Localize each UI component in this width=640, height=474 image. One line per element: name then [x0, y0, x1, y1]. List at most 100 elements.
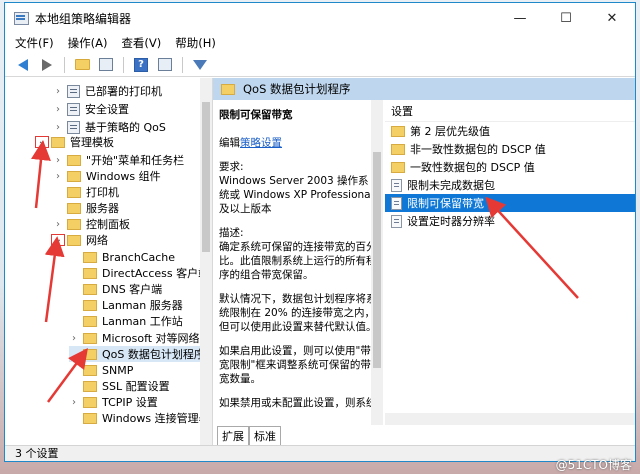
- menu-view[interactable]: 查看(V): [121, 35, 161, 51]
- menu-action[interactable]: 操作(A): [68, 35, 108, 51]
- tree-item[interactable]: › Windows 组件: [53, 168, 161, 184]
- settings-hscrollbar[interactable]: [385, 413, 635, 425]
- disabled-behavior: 如果禁用或未配置此设置，则系统: [219, 397, 377, 409]
- description-scrollbar[interactable]: [371, 100, 383, 425]
- filter-icon[interactable]: [190, 55, 210, 75]
- folder-icon: [83, 348, 97, 360]
- list-item[interactable]: 一致性数据包的 DSCP 值: [385, 158, 635, 176]
- folder-icon: [67, 186, 81, 198]
- navigation-tree: › 已部署的打印机 › 安全设置 › 基于策略的 QoS ⌄ 管理模板 › "开始"菜单和…: [5, 78, 213, 445]
- list-item-selected[interactable]: 限制可保留带宽: [385, 194, 635, 212]
- tree-item[interactable]: › Microsoft 对等网络服: [69, 330, 211, 346]
- chevron-right-icon[interactable]: ›: [53, 155, 63, 166]
- folder-icon: [391, 143, 405, 155]
- tree-item[interactable]: ⌄ 网络: [51, 232, 108, 248]
- toolbar-divider: [182, 56, 183, 73]
- up-folder-icon[interactable]: [72, 55, 92, 75]
- folder-icon: [83, 380, 97, 392]
- tree-item[interactable]: BranchCache: [69, 249, 175, 265]
- tree-item-selected[interactable]: QoS 数据包计划程序: [69, 346, 211, 362]
- tree-item[interactable]: DirectAccess 客户端: [69, 265, 209, 281]
- tree-item[interactable]: SSL 配置设置: [69, 378, 170, 394]
- chevron-right-icon[interactable]: ›: [69, 333, 79, 344]
- properties-icon[interactable]: [155, 55, 175, 75]
- tree-item[interactable]: Lanman 服务器: [69, 297, 183, 313]
- toolbar: ?: [5, 53, 635, 77]
- list-item[interactable]: 非一致性数据包的 DSCP 值: [385, 140, 635, 158]
- tree-item[interactable]: Windows 连接管理器: [69, 410, 210, 426]
- tree-item[interactable]: › 已部署的打印机: [53, 83, 162, 99]
- tree-item[interactable]: SNMP: [69, 362, 133, 378]
- watermark: @51CTO博客: [555, 458, 632, 472]
- folder-icon: [67, 218, 81, 230]
- menu-bar: 文件(F) 操作(A) 查看(V) 帮助(H): [5, 33, 635, 53]
- tree-item[interactable]: › "开始"菜单和任务栏: [53, 152, 184, 168]
- setting-icon: [391, 178, 402, 192]
- chevron-down-icon[interactable]: ⌄: [35, 136, 49, 148]
- minimize-button[interactable]: —: [497, 3, 543, 33]
- folder-icon: [83, 283, 97, 295]
- show-hide-tree-icon[interactable]: [96, 55, 116, 75]
- tree-item[interactable]: › 控制面板: [53, 216, 130, 232]
- folder-icon: [67, 234, 81, 246]
- tab-standard[interactable]: 标准: [249, 426, 281, 445]
- description-scrollbar-thumb[interactable]: [373, 152, 381, 368]
- close-button[interactable]: ✕: [589, 3, 635, 33]
- tree-scrollbar-thumb[interactable]: [202, 102, 210, 252]
- policy-title: 限制可保留带宽: [219, 109, 293, 121]
- tree-item[interactable]: Lanman 工作站: [69, 313, 183, 329]
- group-policy-editor-window: 本地组策略编辑器 — ☐ ✕ 文件(F) 操作(A) 查看(V) 帮助(H) ?…: [4, 2, 636, 462]
- folder-icon: [83, 267, 97, 279]
- toolbar-divider: [64, 56, 65, 73]
- list-item[interactable]: 设置定时器分辨率: [385, 212, 635, 230]
- list-item[interactable]: 第 2 层优先级值: [385, 122, 635, 140]
- chevron-right-icon[interactable]: ›: [53, 86, 63, 97]
- tree-item[interactable]: ⌄ 管理模板: [35, 134, 114, 150]
- tree-scrollbar[interactable]: [200, 78, 212, 445]
- tree-item[interactable]: 打印机: [53, 184, 119, 200]
- qos-chart-icon: [67, 120, 80, 134]
- edit-policy-link[interactable]: 策略设置: [240, 137, 282, 149]
- back-icon[interactable]: [13, 55, 33, 75]
- list-item[interactable]: 限制未完成数据包: [385, 176, 635, 194]
- menu-file[interactable]: 文件(F): [15, 35, 54, 51]
- policy-description: 限制可保留带宽 编辑策略设置 要求: Windows Server 2003 操作…: [213, 100, 383, 425]
- chevron-right-icon[interactable]: ›: [53, 219, 63, 230]
- tab-extended[interactable]: 扩展: [217, 426, 249, 445]
- menu-help[interactable]: 帮助(H): [175, 35, 216, 51]
- settings-column-header[interactable]: 设置: [385, 100, 635, 122]
- details-pane: QoS 数据包计划程序 限制可保留带宽 编辑策略设置 要求: Windows Se…: [213, 78, 635, 445]
- help-icon[interactable]: ?: [131, 55, 151, 75]
- folder-icon: [83, 251, 97, 263]
- folder-icon: [83, 299, 97, 311]
- folder-icon: [391, 125, 405, 137]
- folder-icon: [67, 154, 81, 166]
- chevron-right-icon[interactable]: ›: [53, 104, 63, 115]
- forward-icon[interactable]: [37, 55, 57, 75]
- toolbar-divider: [123, 56, 124, 73]
- chevron-right-icon[interactable]: ›: [69, 397, 79, 408]
- folder-icon: [51, 136, 65, 148]
- tree-item[interactable]: › 基于策略的 QoS: [53, 119, 166, 135]
- printer-policy-icon: [67, 84, 80, 98]
- status-bar: 3 个设置: [5, 445, 635, 461]
- chevron-right-icon[interactable]: ›: [53, 171, 63, 182]
- tree-item[interactable]: 服务器: [53, 200, 119, 216]
- setting-icon: [391, 196, 402, 210]
- tree-item[interactable]: › TCPIP 设置: [69, 394, 158, 410]
- description: 描述: 确定系统可保留的连接带宽的百分比。此值限制系统上运行的所有程序的组合带宽保…: [219, 227, 377, 281]
- details-header-title: QoS 数据包计划程序: [243, 82, 351, 96]
- chevron-down-icon[interactable]: ⌄: [51, 234, 65, 246]
- folder-icon: [83, 332, 97, 344]
- tree-item[interactable]: DNS 客户端: [69, 281, 162, 297]
- folder-icon: [67, 202, 81, 214]
- chevron-right-icon[interactable]: ›: [53, 122, 63, 133]
- maximize-button[interactable]: ☐: [543, 3, 589, 33]
- view-tabs: 扩展 标准: [213, 425, 281, 445]
- app-icon: [13, 10, 29, 26]
- tree-item[interactable]: › 安全设置: [53, 101, 129, 117]
- folder-icon: [391, 161, 405, 173]
- details-header: QoS 数据包计划程序: [213, 78, 635, 100]
- folder-icon: [67, 170, 81, 182]
- folder-icon: [83, 315, 97, 327]
